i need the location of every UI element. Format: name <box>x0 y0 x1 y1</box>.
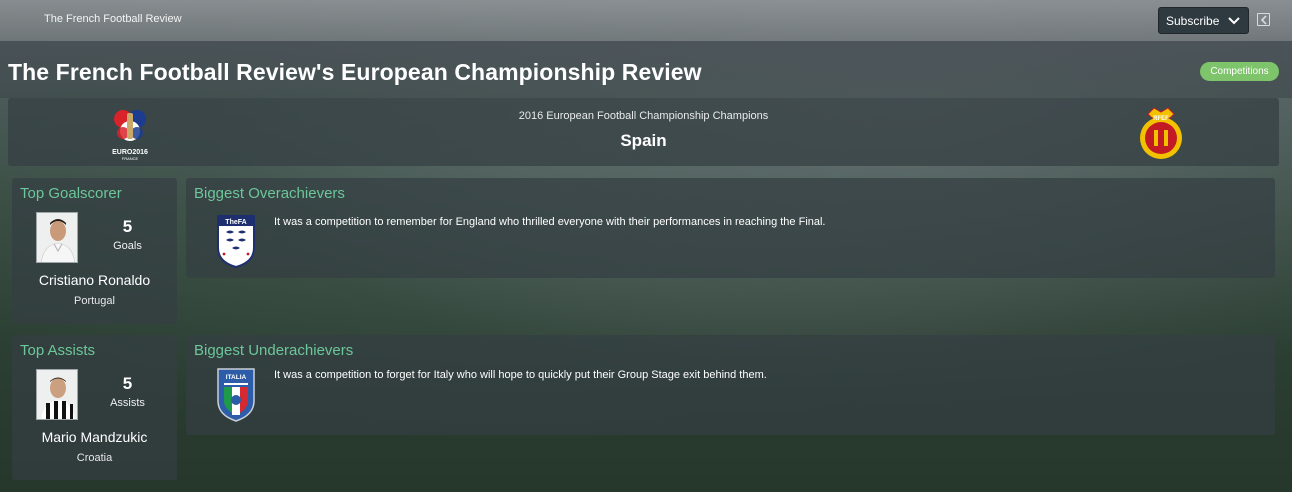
champion-team[interactable]: Spain <box>8 131 1279 151</box>
overachievers-panel: Biggest Overachievers TheFA It was a com… <box>186 178 1275 278</box>
subscribe-button[interactable]: Subscribe <box>1158 7 1249 34</box>
italy-crest-text: ITALIA <box>226 374 247 381</box>
back-button[interactable] <box>1257 13 1270 26</box>
underachievers-heading: Biggest Underachievers <box>194 342 354 359</box>
player-silhouette-icon <box>37 213 77 262</box>
top-goalscorer-panel: Top Goalscorer 5 Goals Cristiano Ronaldo… <box>12 178 177 324</box>
subscribe-label: Subscribe <box>1166 13 1220 28</box>
page-title: The French Football Review's European Ch… <box>8 59 702 85</box>
underachievers-text: It was a competition to forget for Italy… <box>274 369 767 381</box>
rfef-crest: RFEF <box>1140 107 1182 159</box>
goals-label: Goals <box>113 240 142 252</box>
top-bar: The French Football Review Subscribe <box>0 0 1292 41</box>
back-arrow-icon <box>1260 15 1267 25</box>
overachievers-text: It was a competition to remember for Eng… <box>274 216 826 228</box>
player-silhouette-icon <box>37 370 77 419</box>
assists-label: Assists <box>110 397 145 409</box>
champions-subtitle: 2016 European Football Championship Cham… <box>518 110 769 122</box>
assister-name[interactable]: Mario Mandzukic <box>12 429 177 445</box>
goals-count: 5 <box>122 217 133 236</box>
euro2016-logo-subtext: FRANCE <box>122 156 139 161</box>
underachievers-panel: Biggest Underachievers ITALIA It was a c… <box>186 335 1275 435</box>
top-assists-heading: Top Assists <box>20 342 96 359</box>
player-photo[interactable] <box>36 369 78 420</box>
source-name: The French Football Review <box>44 13 182 25</box>
chevron-down-icon <box>1228 17 1240 25</box>
champions-panel: EURO2016 FRANCE 2016 European Football C… <box>8 98 1279 166</box>
assists-count: 5 <box>122 374 133 393</box>
italy-figc-crest[interactable]: ITALIA <box>216 367 256 423</box>
goalscorer-name[interactable]: Cristiano Ronaldo <box>12 272 177 288</box>
overachievers-heading: Biggest Overachievers <box>194 185 345 202</box>
england-crest-text: TheFA <box>225 219 246 226</box>
assister-nation[interactable]: Croatia <box>12 452 177 464</box>
rfef-crest-text: RFEF <box>1153 116 1169 122</box>
top-assists-panel: Top Assists 5 Assists Mario Mandzukic Cr… <box>12 335 177 480</box>
player-photo[interactable] <box>36 212 78 263</box>
top-goalscorer-heading: Top Goalscorer <box>20 185 122 202</box>
goalscorer-nation[interactable]: Portugal <box>12 295 177 307</box>
england-fa-crest[interactable]: TheFA <box>216 214 256 269</box>
category-badge[interactable]: Competitions <box>1200 62 1279 81</box>
